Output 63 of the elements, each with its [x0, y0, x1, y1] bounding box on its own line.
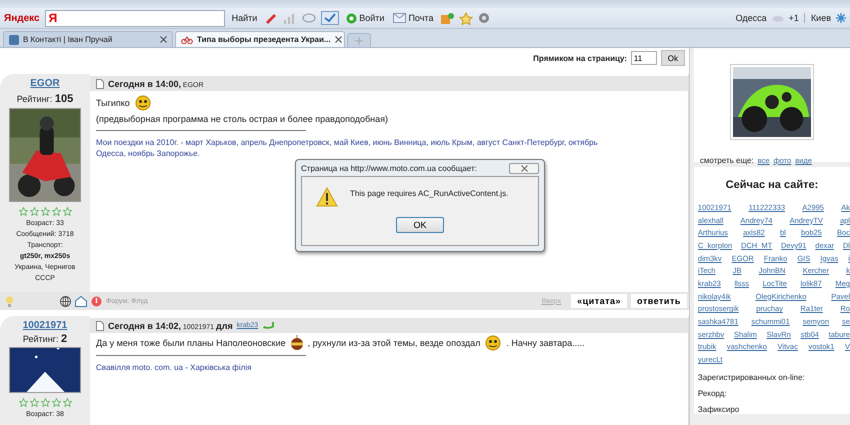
panel-title: Сейчас на сайте: — [724, 179, 820, 191]
post-text: Тыгипко — [96, 98, 130, 108]
close-button[interactable] — [509, 162, 539, 174]
browser-tab[interactable]: Типа выборы презедента Украи... — [175, 31, 345, 47]
checkmark-icon — [321, 11, 340, 25]
post-text: (предвыборная программа не столь острая и более правдоподобная) — [96, 114, 388, 124]
dialog-title: Страница на http://www.moto.com.ua сообщает: — [301, 164, 477, 172]
globe-icon — [60, 296, 71, 306]
star-icon — [52, 207, 60, 216]
star-icon — [18, 207, 28, 216]
lightbulb-icon — [5, 296, 14, 306]
mail-button[interactable]: Почта — [391, 13, 436, 23]
star-icon — [40, 398, 50, 407]
go-button[interactable]: Ok — [660, 50, 685, 66]
city-label[interactable]: Одесса — [736, 13, 767, 23]
user-rating: Рейтинг: 2 — [22, 333, 68, 345]
search-field[interactable]: Я — [44, 10, 225, 26]
warning-icon — [91, 296, 102, 306]
page-number-field[interactable]: 11 — [630, 51, 657, 65]
username-link[interactable]: EGOR — [30, 78, 60, 89]
post-text: . Начну завтара..... — [506, 338, 585, 348]
post-text: Да у меня тоже были планы Наполеоновские — [96, 338, 286, 348]
star-icon — [40, 207, 50, 216]
site-icon — [9, 34, 19, 44]
stat-label: Зафиксиро — [696, 404, 740, 414]
more-label: смотреть еще: — [700, 156, 754, 165]
reply-button[interactable]: ответить — [631, 294, 687, 308]
star-icon — [30, 207, 38, 216]
toolbar-brand[interactable]: Яндекс — [4, 12, 40, 24]
close-icon — [160, 36, 167, 43]
signature-text: Свавілля moto. com. ua - Харківська філія — [96, 362, 252, 373]
warning-icon — [316, 187, 338, 207]
city-label[interactable]: Киев — [804, 13, 831, 23]
signature-text: Мои поездки на 2010г. - март Харьков, апрель Днепропетровск, май Киев, июнь Винница, июль Крым, август Санкт-Петербург, октябрь Одесса, ноябрь Запорожье. — [96, 137, 599, 159]
star-icon — [62, 398, 72, 407]
settings-icon — [478, 12, 490, 24]
ok-button[interactable]: OK — [396, 217, 444, 233]
page-icon — [96, 78, 104, 88]
login-button[interactable]: Войти — [344, 12, 386, 24]
star-icon — [30, 398, 38, 407]
user-rating: Рейтинг: 105 — [16, 93, 74, 105]
star-icon — [62, 207, 72, 216]
quote-button[interactable]: «цитата» — [571, 294, 628, 308]
star-icon — [459, 12, 474, 24]
post-text: , рухнули из-за этой темы, везде опоздал — [308, 338, 480, 348]
stat-label: Зарегистрированных on-line: — [696, 372, 806, 382]
username-link[interactable]: 10021971 — [22, 320, 68, 331]
page-jump-label: Прямиком на страницу: — [533, 54, 627, 62]
dialog-message: This page requires AC_RunActiveContent.js. — [350, 188, 508, 200]
pen-icon — [264, 12, 278, 24]
page-icon — [96, 320, 104, 330]
snowflake-icon — [836, 13, 846, 23]
close-icon — [520, 164, 528, 172]
plus-icon — [355, 36, 363, 44]
search-button[interactable]: Найти — [230, 13, 260, 23]
close-icon — [334, 36, 342, 43]
browser-tab[interactable]: В Контакті | Іван Пручай — [3, 31, 173, 47]
stat-label: Рекорд: — [696, 388, 728, 398]
temperature-label: +1 — [788, 13, 799, 23]
star-icon — [18, 398, 28, 407]
login-icon — [346, 12, 358, 24]
star-icon — [52, 398, 60, 407]
cloud-icon — [772, 14, 784, 22]
